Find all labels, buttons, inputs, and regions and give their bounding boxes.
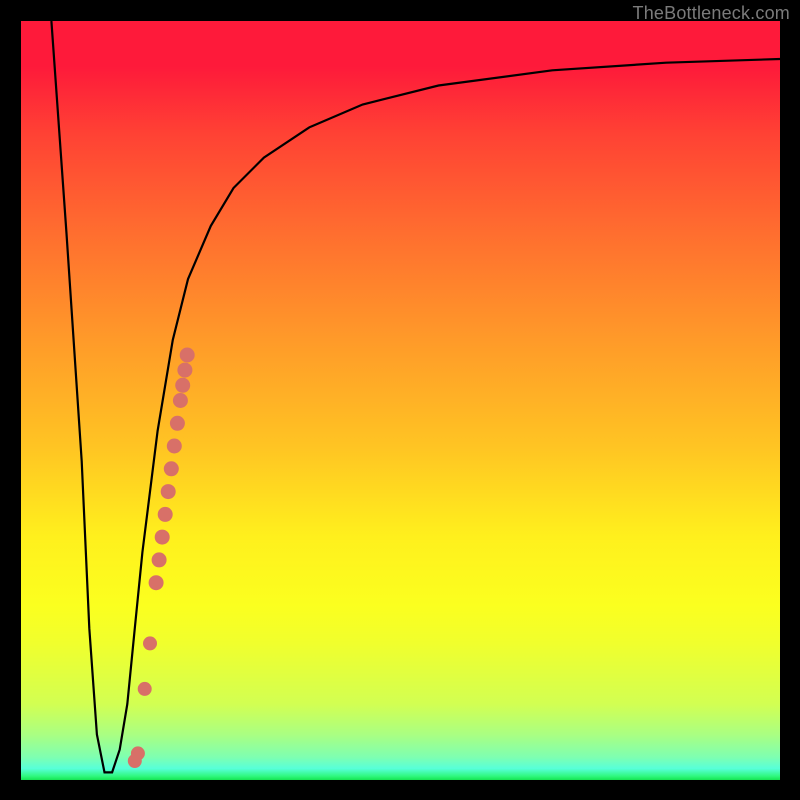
data-point	[149, 575, 164, 590]
plot-area	[21, 21, 780, 780]
data-point	[173, 393, 188, 408]
data-point	[175, 378, 190, 393]
data-point	[158, 507, 173, 522]
data-point	[164, 461, 179, 476]
data-point	[131, 746, 145, 760]
curve-overlay	[21, 21, 780, 780]
data-point	[180, 348, 195, 363]
bottleneck-curve	[51, 21, 780, 772]
data-point	[155, 530, 170, 545]
data-point	[170, 416, 185, 431]
data-point	[138, 682, 152, 696]
data-point	[167, 439, 182, 454]
data-point	[177, 363, 192, 378]
attribution-text: TheBottleneck.com	[633, 3, 790, 24]
data-point	[143, 636, 157, 650]
data-point	[152, 552, 167, 567]
data-point	[161, 484, 176, 499]
chart-stage: TheBottleneck.com	[0, 0, 800, 800]
